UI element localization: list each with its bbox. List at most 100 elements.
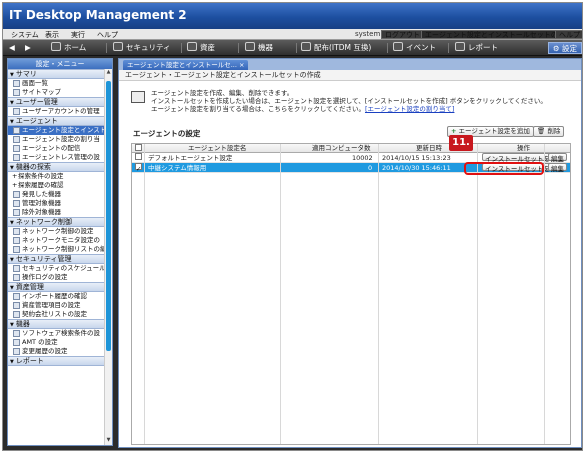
nav-assets[interactable]: 資産 — [187, 42, 215, 54]
system-user-label: system — [355, 30, 381, 38]
user-icon — [13, 108, 20, 115]
sidebar-section-user-management[interactable]: ▼ ユーザー管理 — [8, 97, 112, 107]
highlight-box — [464, 162, 544, 175]
nav-equipment-label: 機器 — [258, 43, 273, 52]
edit-button[interactable]: 編集 — [548, 153, 567, 163]
sidebar-item-screen-list[interactable]: 画面一覧 — [8, 79, 112, 88]
sidebar-item-network-list[interactable]: ネットワーク制御リストの編 — [8, 245, 112, 254]
network-icon — [13, 246, 20, 253]
menu-system[interactable]: システム — [11, 30, 39, 40]
select-all-checkbox[interactable] — [135, 144, 142, 151]
nav-events[interactable]: イベント — [393, 42, 436, 54]
sidebar-item-amt[interactable]: AMT の設定 — [8, 338, 112, 347]
nav-divider — [387, 43, 388, 53]
sidebar-item-discovery-conditions[interactable]: 探索条件の設定 — [8, 172, 112, 181]
cell-updated: 2014/10/30 15:46:11 — [382, 164, 451, 172]
delete-button[interactable]: 🗑 削除 — [533, 126, 565, 137]
sidebar-item-network-monitor[interactable]: ネットワークモニタ設定の — [8, 236, 112, 245]
document-icon — [13, 302, 20, 309]
forward-arrow-icon[interactable]: ▶ — [25, 42, 31, 54]
sidebar-section-asset-management[interactable]: ▼ 資産管理 — [8, 282, 112, 292]
sidebar-item-import-history[interactable]: インポート履歴の確認 — [8, 292, 112, 301]
menu-help[interactable]: ヘルプ — [97, 30, 118, 40]
back-arrow-icon[interactable]: ◀ — [9, 42, 15, 54]
sidebar-item-label: ユーザーアカウントの管理 — [22, 107, 100, 115]
close-icon[interactable]: × — [239, 61, 244, 69]
row-checkbox[interactable]: ✓ — [135, 163, 142, 173]
sidebar-item-security-schedule[interactable]: セキュリティのスケジュール — [8, 264, 112, 273]
column-header-name[interactable]: エージェント設定名 — [188, 144, 246, 153]
list-icon — [13, 80, 20, 87]
sidebar-item-label: サイトマップ — [22, 88, 61, 96]
sidebar-item-excluded[interactable]: 除外対象機器 — [8, 208, 112, 217]
sidebar-item-label: 変更履歴の設定 — [22, 347, 68, 355]
sidebar-item-discovered[interactable]: 発見した機器 — [8, 190, 112, 199]
scroll-down-icon[interactable]: ▼ — [105, 437, 112, 445]
sidebar-item-label: 操作ログの設定 — [22, 273, 68, 281]
sidebar-item-agent-assignment[interactable]: エージェント設定の割り当 — [8, 135, 112, 144]
menu-run[interactable]: 実行 — [71, 30, 85, 40]
column-divider — [144, 144, 145, 444]
nav-equipment[interactable]: 機器 — [245, 42, 273, 54]
sidebar-item-discovery-history[interactable]: 探索履歴の確認 — [8, 181, 112, 190]
nav-bar: ◀ ▶ ホーム セキュリティ 資産 機器 配布(ITDM 互換) イベント レポ… — [3, 40, 582, 56]
sidebar-item-label: 除外対象機器 — [22, 208, 61, 216]
nav-divider — [238, 43, 239, 53]
edit-button[interactable]: 編集 — [548, 163, 567, 173]
sidebar-item-user-accounts[interactable]: ユーザーアカウントの管理 — [8, 107, 112, 116]
app-window: IT Desktop Management 2 システム 表示 実行 ヘルプ s… — [2, 2, 583, 451]
sidebar-section-agent[interactable]: ▼ エージェント — [8, 116, 112, 126]
assign-agent-link[interactable]: [エージェント設定の割り当て] — [365, 105, 454, 113]
column-header-count[interactable]: 適用コンピュータ数 — [312, 144, 371, 153]
sidebar-section-equipment[interactable]: ▼ 機器 — [8, 319, 112, 329]
sidebar-item-sitemap[interactable]: サイトマップ — [8, 88, 112, 97]
trash-icon: 🗑 — [537, 127, 546, 135]
column-header-updated[interactable]: 更新日時 — [416, 144, 442, 153]
sidebar-item-change-history[interactable]: 変更履歴の設定 — [8, 347, 112, 356]
sidebar-scrollbar[interactable]: ▲ ▼ — [104, 69, 112, 445]
device-icon — [13, 209, 20, 216]
nav-security[interactable]: セキュリティ — [113, 42, 171, 54]
page-title: エージェント・エージェント設定とインストールセットの作成 — [119, 70, 581, 81]
menu-view[interactable]: 表示 — [45, 30, 59, 40]
sidebar-item-agent-settings[interactable]: エージェント設定とインスト — [8, 126, 112, 135]
tab-bar: エージェント設定とインストールセ... × — [119, 59, 581, 70]
sidebar-item-agent-distribution[interactable]: エージェントの配信 — [8, 144, 112, 153]
nav-settings[interactable]: ⚙ 設定 — [547, 42, 582, 54]
sidebar-item-network-control-settings[interactable]: ネットワーク制御の設定 — [8, 227, 112, 236]
sidebar-item-label: 探索履歴の確認 — [18, 181, 64, 189]
sidebar-section-security[interactable]: ▼ セキュリティ管理 — [8, 254, 112, 264]
sidebar-item-operation-log[interactable]: 操作ログの設定 — [8, 273, 112, 282]
assets-icon — [187, 42, 197, 51]
row-checkbox[interactable] — [135, 153, 142, 160]
nav-distribution[interactable]: 配布(ITDM 互換) — [301, 42, 371, 54]
logout-button[interactable]: ログアウト — [381, 30, 424, 39]
sidebar-section-reports[interactable]: ▼ レポート — [8, 356, 112, 366]
sidebar-section-discovery[interactable]: ▼ 機器の探索 — [8, 162, 112, 172]
lock-icon — [13, 265, 20, 272]
section-title: エージェント — [15, 117, 58, 125]
scrollbar-thumb[interactable] — [106, 81, 111, 351]
computer-icon — [245, 42, 255, 51]
main-panel: エージェント設定とインストールセ... × エージェント・エージェント設定とイン… — [118, 58, 582, 448]
cell-updated: 2014/10/15 15:13:23 — [382, 154, 451, 162]
nav-reports[interactable]: レポート — [455, 42, 498, 54]
plus-icon: + — [451, 127, 457, 135]
import-icon — [13, 293, 20, 300]
gear-icon: ⚙ — [552, 44, 560, 53]
help-button[interactable]: ヘルプ — [555, 30, 582, 39]
sidebar-item-managed[interactable]: 管理対象機器 — [8, 199, 112, 208]
sidebar-item-asset-fields[interactable]: 資産管理項目の設定 — [8, 301, 112, 310]
sidebar-section-summary[interactable]: ▼ サマリ — [8, 69, 112, 79]
tab-agent-settings[interactable]: エージェント設定とインストールセ... × — [123, 60, 249, 70]
sidebar-item-software-search[interactable]: ソフトウェア検索条件の設 — [8, 329, 112, 338]
cell-name: デフォルトエージェント設定 — [148, 154, 233, 162]
sidebar-item-label: インポート履歴の確認 — [22, 292, 87, 300]
nav-home[interactable]: ホーム — [51, 42, 86, 54]
sidebar-section-network-control[interactable]: ▼ ネットワーク制御 — [8, 217, 112, 227]
title-bar: IT Desktop Management 2 — [3, 3, 582, 29]
sidebar-item-contract-companies[interactable]: 契約会社リストの設定 — [8, 310, 112, 319]
nav-home-label: ホーム — [64, 43, 87, 52]
scroll-up-icon[interactable]: ▲ — [105, 69, 112, 77]
sidebar-item-agentless[interactable]: エージェントレス管理の設 — [8, 153, 112, 162]
